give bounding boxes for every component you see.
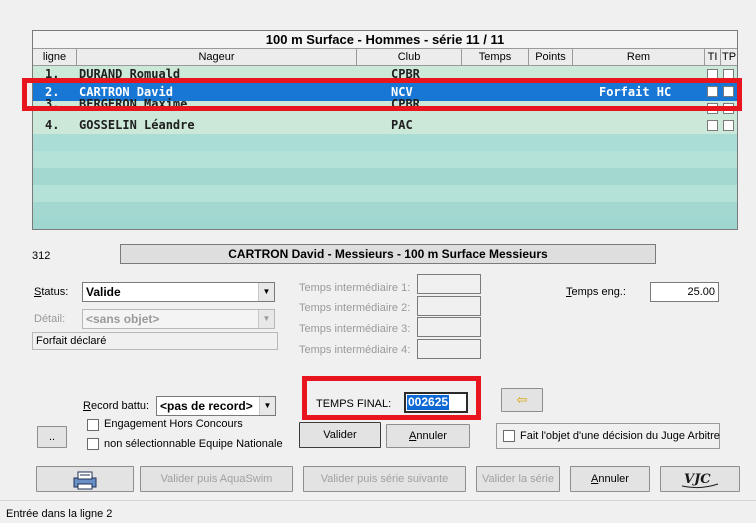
ti-checkbox[interactable] bbox=[707, 86, 718, 97]
status-value: Valide bbox=[86, 285, 121, 299]
status-bar-text: Entrée dans la ligne 2 bbox=[6, 508, 113, 520]
col-header-ligne[interactable]: ligne bbox=[33, 49, 77, 65]
col-header-tp[interactable]: TP bbox=[721, 49, 737, 65]
row-rem: Forfait HC bbox=[599, 85, 672, 99]
valider-serie-button[interactable]: Valider la série bbox=[476, 466, 560, 492]
temps-eng-label: Temps eng.: bbox=[566, 286, 626, 298]
swimmer-number: 312 bbox=[32, 250, 51, 262]
printer-icon bbox=[73, 471, 97, 490]
engagement-hc-checkbox[interactable] bbox=[87, 419, 99, 431]
row-nageur: DURAND Romuald bbox=[79, 67, 181, 81]
grid-header: ligne Nageur Club Temps Points Rem TI TP bbox=[33, 49, 737, 66]
chevron-down-icon[interactable]: ▼ bbox=[259, 397, 275, 415]
interm-field-3[interactable] bbox=[417, 317, 481, 337]
empty-row bbox=[33, 219, 737, 229]
swimmer-banner: CARTRON David - Messieurs - 100 m Surfac… bbox=[120, 244, 656, 264]
temps-final-label: TEMPS FINAL: bbox=[316, 398, 392, 410]
status-label: Status: bbox=[34, 286, 69, 298]
non-select-label: non sélectionnable Equipe Nationale bbox=[104, 438, 283, 450]
tp-checkbox[interactable] bbox=[723, 103, 734, 114]
row-club: CPBR bbox=[391, 97, 420, 111]
row-nageur: GOSSELIN Léandre bbox=[79, 118, 195, 132]
interm-field-4[interactable] bbox=[417, 339, 481, 359]
row-ligne: 3. bbox=[45, 97, 60, 111]
row-ligne: 4. bbox=[45, 118, 60, 132]
valider-aquaswim-button[interactable]: Valider puis AquaSwim bbox=[140, 466, 293, 492]
interm-label-4: Temps intermédiaire 4: bbox=[299, 344, 411, 356]
interm-field-1[interactable] bbox=[417, 274, 481, 294]
row-ligne: 1. bbox=[45, 67, 60, 81]
row-nageur: BERGERON Maxime bbox=[79, 97, 188, 111]
ti-checkbox[interactable] bbox=[707, 103, 718, 114]
temps-eng-field[interactable]: 25.00 bbox=[650, 282, 719, 302]
status-select[interactable]: Valide ▼ bbox=[82, 282, 275, 302]
interm-label-3: Temps intermédiaire 3: bbox=[299, 323, 411, 335]
row-club: PAC bbox=[391, 118, 413, 132]
col-header-temps[interactable]: Temps bbox=[462, 49, 529, 65]
juge-arbitre-checkbox[interactable] bbox=[503, 430, 515, 442]
table-row[interactable]: 3. BERGERON Maxime CPBR bbox=[33, 97, 737, 117]
col-header-club[interactable]: Club bbox=[357, 49, 462, 65]
grid-title: 100 m Surface - Hommes - série 11 / 11 bbox=[33, 31, 737, 49]
temps-final-value: 002625 bbox=[407, 395, 450, 410]
valider-button[interactable]: Valider bbox=[299, 422, 381, 448]
vjc-logo-button[interactable]: VJC bbox=[660, 466, 740, 492]
engagement-hc-label: Engagement Hors Concours bbox=[104, 418, 243, 430]
results-grid: 100 m Surface - Hommes - série 11 / 11 l… bbox=[32, 30, 738, 230]
print-button[interactable] bbox=[36, 466, 134, 492]
arrow-left-button[interactable]: ⇦ bbox=[501, 388, 543, 412]
col-header-nageur[interactable]: Nageur bbox=[77, 49, 357, 65]
empty-row bbox=[33, 168, 737, 185]
forfait-field: Forfait déclaré bbox=[32, 332, 278, 350]
col-header-rem[interactable]: Rem bbox=[573, 49, 705, 65]
table-row[interactable]: 1. DURAND Romuald CPBR bbox=[33, 66, 737, 83]
annuler-detail-button[interactable]: Annuler bbox=[386, 424, 470, 448]
non-select-checkbox[interactable] bbox=[87, 438, 99, 450]
interm-label-2: Temps intermédiaire 2: bbox=[299, 302, 411, 314]
tp-checkbox[interactable] bbox=[723, 86, 734, 97]
empty-row bbox=[33, 185, 737, 202]
temps-final-input[interactable]: 002625 bbox=[404, 392, 468, 413]
empty-row bbox=[33, 151, 737, 168]
interm-label-1: Temps intermédiaire 1: bbox=[299, 282, 411, 294]
record-value: <pas de record> bbox=[160, 399, 253, 413]
juge-arbitre-label: Fait l'objet d'une décision du Juge Arbi… bbox=[520, 430, 720, 442]
detail-select[interactable]: <sans objet> ▼ bbox=[82, 309, 275, 329]
vjc-logo-text: VJC bbox=[684, 472, 711, 487]
empty-row bbox=[33, 202, 737, 219]
empty-row bbox=[33, 134, 737, 151]
chevron-down-icon[interactable]: ▼ bbox=[258, 283, 274, 301]
chevron-down-icon[interactable]: ▼ bbox=[258, 310, 274, 328]
record-label: Record battu: bbox=[83, 400, 150, 412]
detail-label: Détail: bbox=[34, 313, 66, 325]
row-club: CPBR bbox=[391, 67, 420, 81]
more-button[interactable]: .. bbox=[37, 426, 67, 448]
valider-serie-suivante-button[interactable]: Valider puis série suivante bbox=[303, 466, 466, 492]
interm-field-2[interactable] bbox=[417, 296, 481, 316]
tp-checkbox[interactable] bbox=[723, 120, 734, 131]
annuler-button[interactable]: Annuler bbox=[570, 466, 650, 492]
vjc-logo-icon: VJC bbox=[681, 472, 719, 489]
col-header-points[interactable]: Points bbox=[529, 49, 573, 65]
ti-checkbox[interactable] bbox=[707, 69, 718, 80]
tp-checkbox[interactable] bbox=[723, 69, 734, 80]
ti-checkbox[interactable] bbox=[707, 120, 718, 131]
col-header-ti[interactable]: TI bbox=[705, 49, 721, 65]
table-row[interactable]: 4. GOSSELIN Léandre PAC bbox=[33, 117, 737, 134]
record-select[interactable]: <pas de record> ▼ bbox=[156, 396, 276, 416]
status-divider bbox=[0, 500, 756, 501]
detail-value: <sans objet> bbox=[86, 312, 160, 326]
